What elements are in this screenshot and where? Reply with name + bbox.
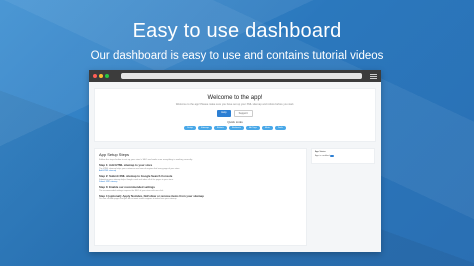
setup-step: Step 2: Submit XML sitemap to Google Sea…: [99, 174, 302, 183]
quick-link[interactable]: Setup: [184, 126, 196, 130]
hero-subtitle: Our dashboard is easy to use and contain…: [90, 50, 384, 62]
quick-link[interactable]: Meta: [261, 126, 273, 130]
step-link[interactable]: Submit XML sitemap: [99, 181, 302, 183]
step-link[interactable]: Add HTML sitemap: [99, 170, 302, 172]
step-title: Step 3: Enable our recommended settings: [99, 185, 155, 189]
quick-link[interactable]: Robots: [213, 126, 227, 130]
status-row: App is enabled: [315, 154, 371, 157]
status-panel: App Status App is enabled: [311, 148, 375, 164]
browser-toolbar: [89, 70, 381, 82]
help-button[interactable]: Help: [217, 110, 231, 117]
setup-step: Step 3: Enable our recommended settings …: [99, 185, 302, 192]
welcome-panel: Welcome to the app! Welcome to the app! …: [94, 88, 376, 142]
close-dot[interactable]: [93, 74, 97, 78]
step-title: Step 2: Submit XML sitemap to Google Sea…: [99, 174, 173, 178]
quick-links-title: Quick Links: [227, 120, 243, 124]
status-label: App Status: [315, 151, 326, 153]
quick-link[interactable]: Tools: [274, 126, 286, 130]
quick-link[interactable]: Redirects: [228, 126, 245, 130]
setup-title: App Setup Steps: [99, 152, 130, 157]
setup-step: Step 4 (optional): Apply Noindex, NoFoll…: [99, 194, 302, 201]
maximize-dot[interactable]: [105, 74, 109, 78]
step-text: The recommended settings improve the SEO…: [99, 189, 164, 192]
status-text: App is enabled: [315, 154, 330, 157]
setup-steps-panel: App Setup Steps Follow the steps below t…: [94, 148, 307, 246]
quick-link[interactable]: Alt Tags: [246, 126, 260, 130]
quick-links: Setup Sitemap Robots Redirects Alt Tags …: [95, 126, 375, 130]
quick-link[interactable]: Sitemap: [197, 126, 212, 130]
hero-title: Easy to use dashboard: [132, 20, 342, 42]
browser-window: Welcome to the app! Welcome to the app! …: [89, 70, 381, 252]
support-button[interactable]: Support: [233, 110, 253, 117]
welcome-text: Welcome to the app! Please make sure you…: [175, 103, 295, 106]
step-title: Step 1: Add HTML sitemap to your store: [99, 163, 153, 167]
step-text: You can exclude pages that you do not wa…: [99, 198, 177, 200]
setup-description: Follow the steps below to set up your st…: [99, 159, 193, 161]
address-bar[interactable]: [121, 73, 362, 79]
welcome-title: Welcome to the app!: [207, 95, 263, 101]
setup-step: Step 1: Add HTML sitemap to your store T…: [99, 163, 302, 172]
minimize-dot[interactable]: [99, 74, 103, 78]
step-title: Step 4 (optional): Apply Noindex, NoFoll…: [99, 193, 204, 198]
status-toggle[interactable]: [330, 154, 335, 157]
hamburger-menu-icon[interactable]: [370, 73, 377, 79]
